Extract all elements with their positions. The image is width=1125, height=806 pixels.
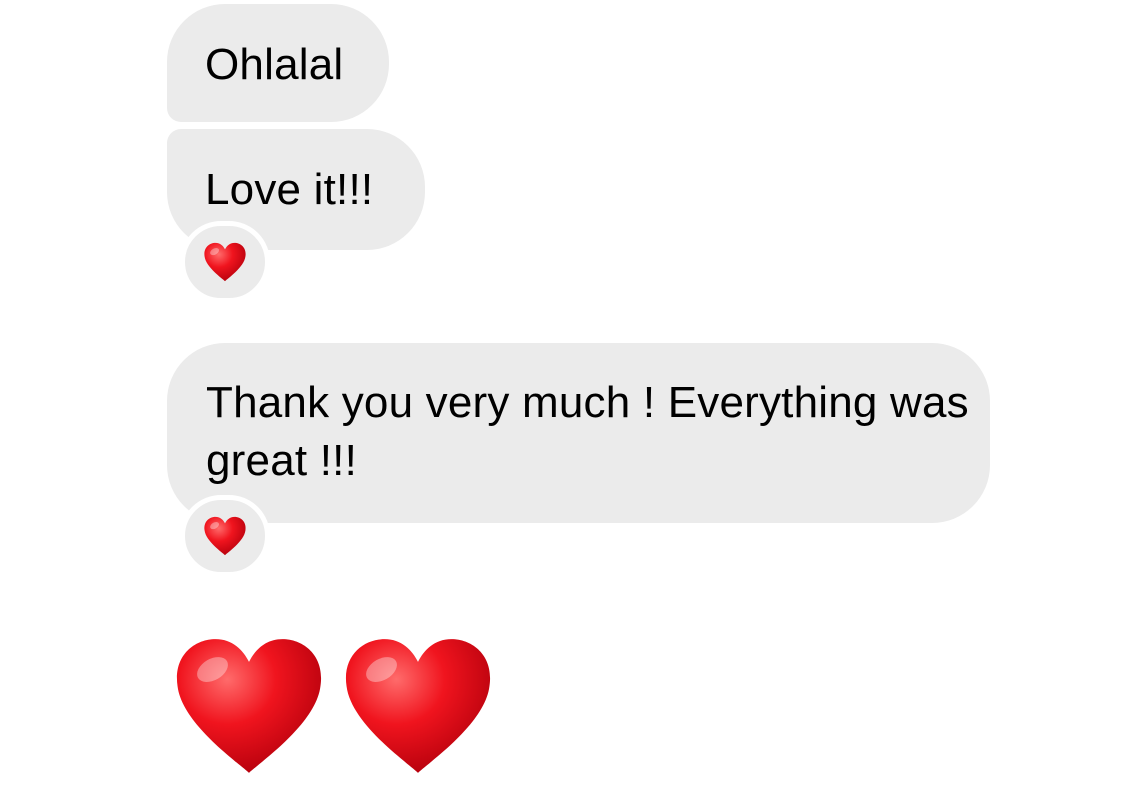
message-text: Love it!!!	[205, 165, 374, 214]
red-heart-icon	[203, 516, 247, 556]
message-bubble[interactable]: Ohlalal	[167, 4, 389, 122]
red-heart-icon	[342, 633, 494, 779]
message-text: Ohlalal	[205, 40, 344, 89]
message-text: Thank you very much ! Everything was gre…	[206, 378, 969, 485]
emoji-message[interactable]	[173, 633, 494, 779]
red-heart-icon	[173, 633, 325, 779]
red-heart-icon	[203, 242, 247, 282]
message-bubble[interactable]: Thank you very much ! Everything was gre…	[167, 343, 990, 523]
reaction-badge[interactable]	[180, 495, 270, 577]
reaction-badge[interactable]	[180, 221, 270, 303]
